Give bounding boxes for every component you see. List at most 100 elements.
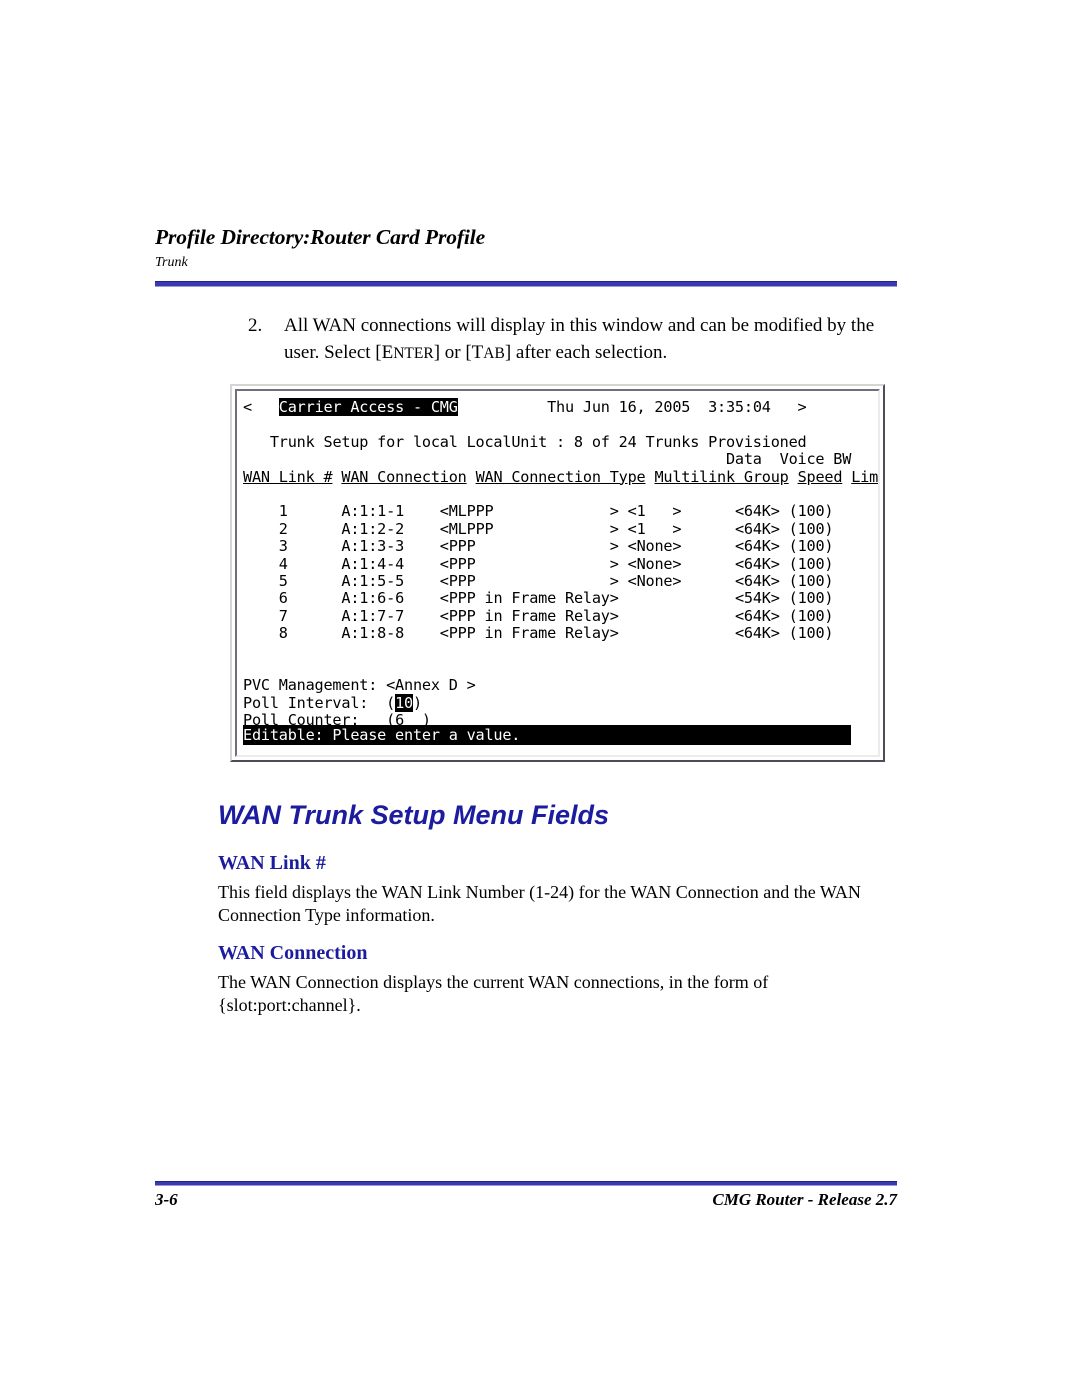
col-header-data-speed: Speed xyxy=(797,467,843,486)
step-number: 2. xyxy=(248,315,263,336)
cell-group[interactable]: <None> xyxy=(628,555,682,573)
cell-bw[interactable]: (100) xyxy=(789,555,834,573)
cell-connection: A:1:8-8 xyxy=(341,624,405,643)
terminal-inner-frame: < Carrier Access - CMG Thu Jun 16, 2005 … xyxy=(235,389,880,757)
cell-connection: A:1:5-5 xyxy=(341,571,405,590)
cell-connection: A:1:3-3 xyxy=(341,537,405,556)
page-subtitle: Trunk xyxy=(155,255,188,270)
cell-group[interactable] xyxy=(628,624,682,642)
cell-speed[interactable]: <64K> xyxy=(735,624,780,642)
cell-connection: A:1:2-2 xyxy=(341,519,405,538)
step-line-2-mid: ] or [ xyxy=(433,342,472,363)
cell-link: 8 xyxy=(278,624,288,643)
table-row[interactable]: 6 A:1:6-6 <PPP in Frame Relay> <54K> (10… xyxy=(243,590,872,607)
cell-link: 1 xyxy=(278,502,288,521)
cell-bw[interactable]: (100) xyxy=(789,520,834,538)
cell-link: 5 xyxy=(278,571,288,590)
cell-type[interactable]: <MLPPP > xyxy=(440,520,619,538)
poll-interval-digit-1[interactable]: 1 xyxy=(395,693,404,712)
table-row[interactable]: 1 A:1:1-1 <MLPPP > <1 > <64K> (100) xyxy=(243,503,872,520)
cell-speed[interactable]: <64K> xyxy=(735,572,780,590)
poll-interval-row[interactable]: Poll Interval: (10) xyxy=(243,693,872,712)
cell-group[interactable]: <1 > xyxy=(628,520,682,538)
cell-bw[interactable]: (100) xyxy=(789,572,834,590)
poll-interval-label: Poll Interval: xyxy=(243,693,369,712)
col-header-multilink-group: Multilink Group xyxy=(654,467,789,486)
terminal-spacer-2 xyxy=(243,486,872,503)
cell-link: 7 xyxy=(278,606,288,625)
footer-doc-title: CMG Router - Release 2.7 xyxy=(712,1190,897,1209)
cell-type[interactable]: <PPP > xyxy=(440,555,619,573)
subsection-title-wan-link: WAN Link # xyxy=(218,852,326,874)
footer-page-number: 3-6 xyxy=(155,1190,178,1209)
pvc-management-value[interactable]: <Annex D > xyxy=(386,676,476,694)
terminal-title-row: < Carrier Access - CMG Thu Jun 16, 2005 … xyxy=(243,398,872,416)
poll-interval-close-paren: ) xyxy=(412,693,422,712)
cell-group[interactable] xyxy=(628,607,682,625)
cell-type[interactable]: <PPP in Frame Relay> xyxy=(440,624,619,642)
col-header-wan-link: WAN Link # xyxy=(243,467,333,486)
terminal-header-line-1: Data Voice BW xyxy=(243,450,852,469)
cell-type[interactable]: <PPP > xyxy=(440,572,619,590)
cell-group[interactable]: <None> xyxy=(628,572,682,590)
col-header-wan-connection-type: WAN Connection Type xyxy=(475,467,646,486)
header-divider xyxy=(155,281,897,287)
terminal-subtitle-row: Trunk Setup for local LocalUnit : 8 of 2… xyxy=(243,432,872,451)
cell-type[interactable]: <PPP in Frame Relay> xyxy=(440,589,619,607)
cell-type[interactable]: <PPP in Frame Relay> xyxy=(440,607,619,625)
step-text: All WAN connections will display in this… xyxy=(284,312,898,367)
terminal-spacer-3 xyxy=(243,642,872,659)
terminal-screenshot-window: < Carrier Access - CMG Thu Jun 16, 2005 … xyxy=(230,384,885,762)
footer-divider xyxy=(155,1181,897,1186)
cell-speed[interactable]: <64K> xyxy=(735,607,780,625)
col-header-wan-connection: WAN Connection xyxy=(341,467,467,486)
table-row[interactable]: 4 A:1:4-4 <PPP > <None> <64K> (100) xyxy=(243,554,872,573)
terminal-column-headers: WAN Link # WAN Connection WAN Connection… xyxy=(243,467,878,486)
cell-speed[interactable]: <64K> xyxy=(735,502,780,520)
key-enter-first: E xyxy=(381,342,394,363)
terminal-datetime: Thu Jun 16, 2005 3:35:04 xyxy=(547,398,771,416)
cell-bw[interactable]: (100) xyxy=(789,537,834,555)
terminal-subtitle: Trunk Setup for local LocalUnit : 8 of 2… xyxy=(269,432,807,451)
poll-interval-cursor[interactable]: 0 xyxy=(404,693,413,712)
next-screen-arrow[interactable]: > xyxy=(798,398,807,416)
cell-speed[interactable]: <64K> xyxy=(735,537,780,555)
cell-bw[interactable]: (100) xyxy=(789,502,834,520)
cell-group[interactable]: <None> xyxy=(628,537,682,555)
cell-group[interactable] xyxy=(628,589,682,607)
pvc-management-row[interactable]: PVC Management: <Annex D > xyxy=(243,677,872,694)
terminal-spacer-4 xyxy=(243,660,872,677)
cell-link: 4 xyxy=(278,554,288,573)
table-row[interactable]: 2 A:1:2-2 <MLPPP > <1 > <64K> (100) xyxy=(243,519,872,538)
table-row[interactable]: 7 A:1:7-7 <PPP in Frame Relay> <64K> (10… xyxy=(243,606,872,625)
cell-bw[interactable]: (100) xyxy=(789,624,834,642)
key-enter-rest: NTER xyxy=(393,345,434,362)
terminal-app-title: Carrier Access - CMG xyxy=(278,398,458,416)
cell-bw[interactable]: (100) xyxy=(789,607,834,625)
step-line-2-pre: user. Select [ xyxy=(284,342,382,363)
cell-connection: A:1:1-1 xyxy=(341,502,405,521)
cell-link: 2 xyxy=(278,519,288,538)
pvc-management-label: PVC Management: xyxy=(243,676,378,695)
table-row[interactable]: 3 A:1:3-3 <PPP > <None> <64K> (100) xyxy=(243,537,872,556)
cell-speed[interactable]: <64K> xyxy=(735,555,780,573)
key-tab-first: T xyxy=(471,342,484,363)
subsection-wan-connection: WAN Connection The WAN Connection displa… xyxy=(218,942,883,1017)
col-header-voice-bw-limit: Limit % xyxy=(851,467,879,486)
cell-speed[interactable]: <64K> xyxy=(735,520,780,538)
subsection-title-wan-connection: WAN Connection xyxy=(218,942,368,964)
subsection-wan-link: WAN Link # This field displays the WAN L… xyxy=(218,852,883,927)
cell-bw[interactable]: (100) xyxy=(789,589,834,607)
prev-screen-arrow[interactable]: < xyxy=(243,398,252,416)
cell-speed[interactable]: <54K> xyxy=(735,589,780,607)
table-row[interactable]: 8 A:1:8-8 <PPP in Frame Relay> <64K> (10… xyxy=(243,624,872,643)
cell-type[interactable]: <PPP > xyxy=(440,537,619,555)
table-row[interactable]: 5 A:1:5-5 <PPP > <None> <64K> (100) xyxy=(243,571,872,590)
cell-connection: A:1:6-6 xyxy=(341,589,405,608)
instruction-step: 2. All WAN connections will display in t… xyxy=(248,312,898,367)
terminal-spacer-1 xyxy=(243,416,872,433)
cell-type[interactable]: <MLPPP > xyxy=(440,502,619,520)
cell-group[interactable]: <1 > xyxy=(628,502,682,520)
step-line-1: All WAN connections will display in this… xyxy=(284,315,875,336)
page-footer: 3-6 CMG Router - Release 2.7 xyxy=(155,1190,897,1210)
